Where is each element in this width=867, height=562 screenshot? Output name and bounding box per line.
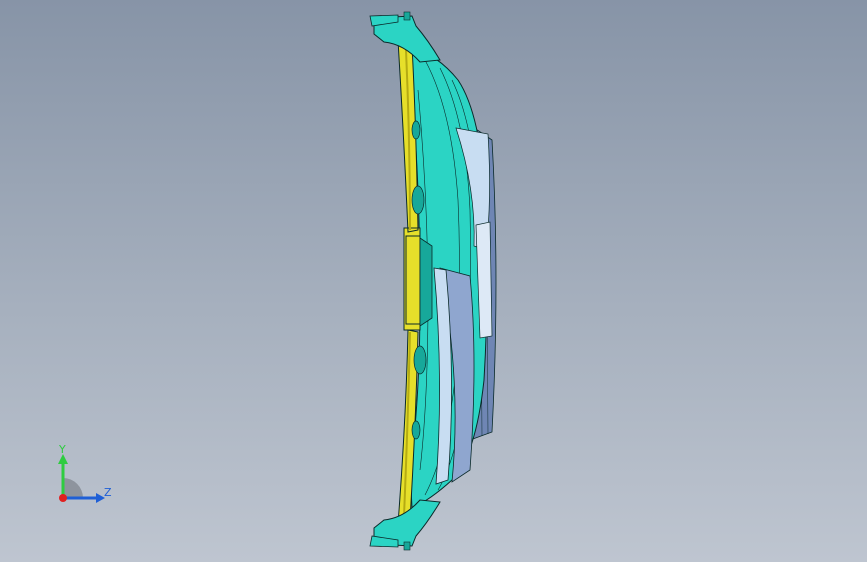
origin-dot	[59, 494, 67, 502]
top-pin	[403, 11, 411, 21]
triad-quadrant	[63, 478, 83, 498]
z-axis-label: Z	[104, 486, 112, 499]
bottom-pin	[403, 541, 411, 551]
y-axis-label: Y	[58, 443, 66, 456]
bumper-model[interactable]	[0, 0, 867, 562]
center-bracket	[405, 235, 421, 325]
axis-triad: Y Z	[58, 443, 112, 503]
center-bracket-face	[419, 237, 433, 327]
graphics-viewport[interactable]: Y Z	[0, 0, 867, 562]
